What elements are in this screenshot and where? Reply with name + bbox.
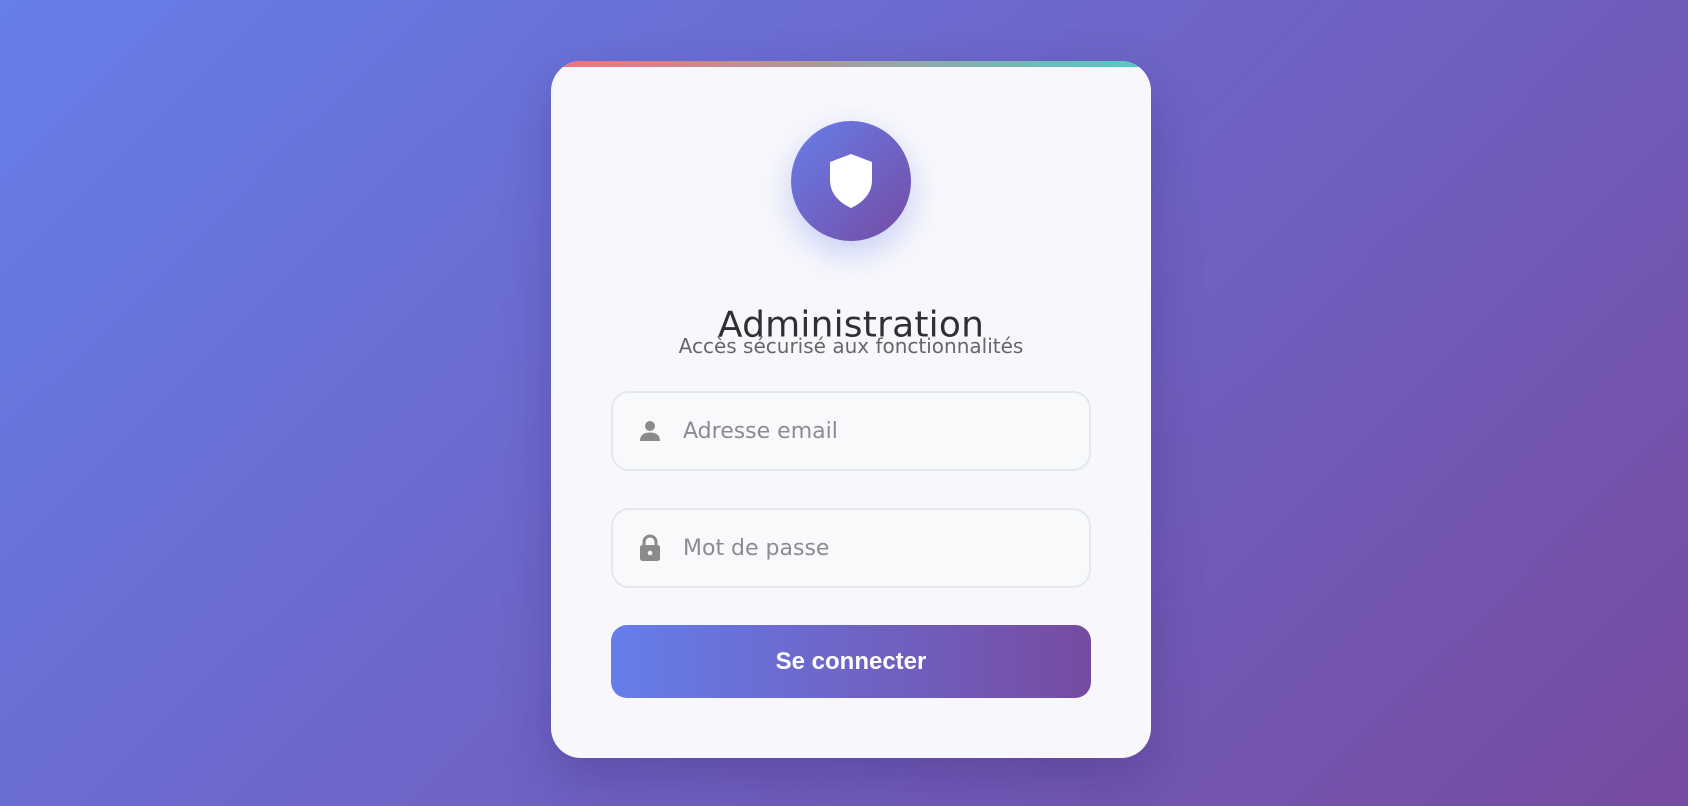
card-accent-bar: [551, 61, 1151, 67]
email-field-wrapper: [611, 391, 1091, 471]
lock-icon: [636, 534, 664, 562]
shield-icon: [828, 152, 874, 210]
password-field-wrapper: [611, 508, 1091, 588]
login-button[interactable]: Se connecter: [611, 625, 1091, 698]
email-input[interactable]: [683, 393, 1083, 469]
page-subtitle: Accès sécurisé aux fonctionnalités: [678, 334, 1024, 358]
login-card: Administration Accès sécurisé aux foncti…: [551, 61, 1151, 758]
password-input[interactable]: [683, 510, 1083, 586]
logo-badge: [791, 121, 911, 241]
user-icon: [636, 417, 664, 445]
